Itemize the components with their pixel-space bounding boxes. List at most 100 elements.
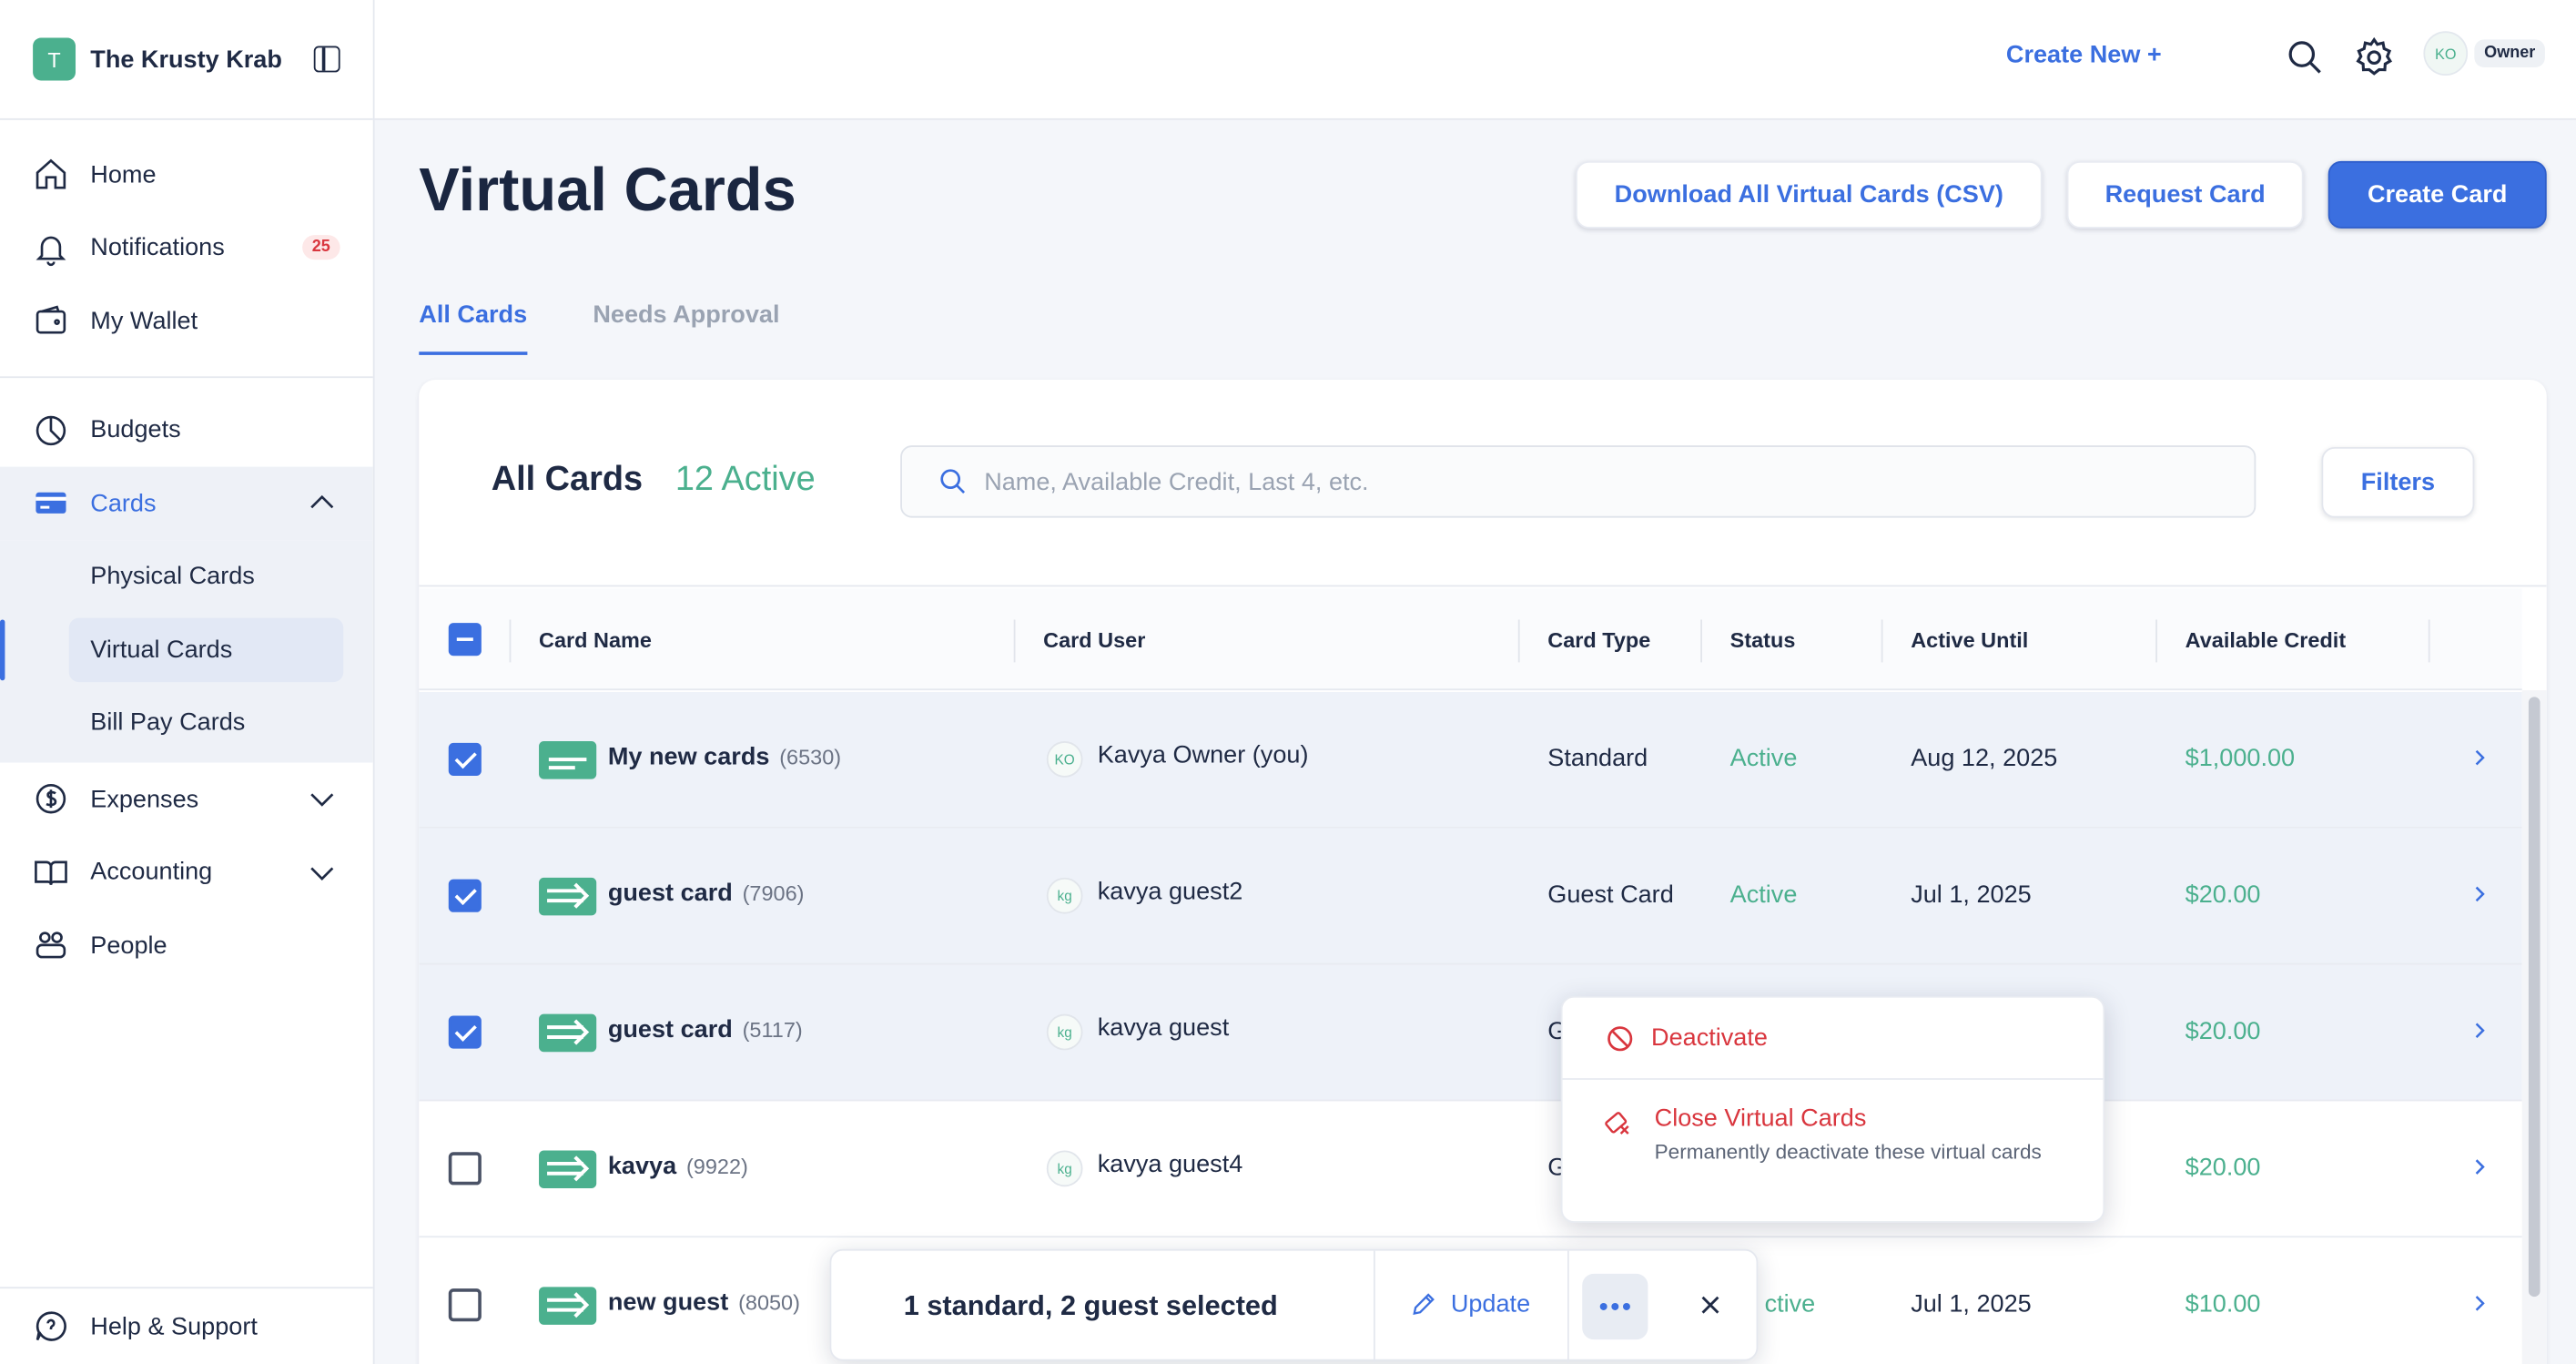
guest-card-icon xyxy=(539,1150,597,1189)
request-card-button[interactable]: Request Card xyxy=(2066,160,2304,229)
column-header-card-type[interactable]: Card Type xyxy=(1547,628,1650,653)
column-divider xyxy=(1517,619,1520,663)
available-credit: $1,000.00 xyxy=(2185,744,2296,773)
user-menu[interactable]: KO Owner xyxy=(2423,31,2546,76)
create-new-button[interactable]: Create New + xyxy=(2006,41,2162,69)
table-row[interactable]: My new cards (6530) KO Kavya Owner (you) … xyxy=(419,691,2522,829)
sidebar-item-help[interactable]: Help & Support xyxy=(0,1305,373,1348)
card-user: kavya guest xyxy=(1097,1013,1230,1043)
sidebar-item-bill-pay-cards[interactable]: Bill Pay Cards xyxy=(0,687,373,759)
menu-item-deactivate[interactable]: Deactivate xyxy=(1562,998,2104,1080)
search-input[interactable] xyxy=(984,467,2135,496)
guest-card-icon xyxy=(539,877,597,916)
sidebar-item-label: Physical Cards xyxy=(90,562,255,591)
card-user: kavya guest2 xyxy=(1097,877,1243,906)
org-avatar: T xyxy=(33,37,76,81)
sidebar-item-label: My Wallet xyxy=(90,307,198,335)
sidebar-item-notifications[interactable]: Notifications 25 xyxy=(0,211,373,284)
sidebar-item-budgets[interactable]: Budgets xyxy=(0,393,373,466)
row-checkbox[interactable] xyxy=(448,1288,482,1322)
divider xyxy=(1373,1250,1375,1363)
chevron-right-icon[interactable] xyxy=(2468,1292,2490,1315)
card-name[interactable]: guest card (5117) xyxy=(608,1015,803,1043)
search-icon[interactable] xyxy=(2286,38,2325,77)
card-search[interactable] xyxy=(900,445,2257,518)
chevron-right-icon[interactable] xyxy=(2468,882,2490,905)
chevron-right-icon[interactable] xyxy=(2468,746,2490,769)
sidebar-item-home[interactable]: Home xyxy=(0,138,373,211)
update-button[interactable]: Update xyxy=(1410,1290,1530,1318)
sidebar-item-virtual-cards[interactable]: Virtual Cards xyxy=(0,613,373,686)
table-scrollbar[interactable] xyxy=(2521,690,2547,1364)
filters-button[interactable]: Filters xyxy=(2321,446,2475,518)
page-title: Virtual Cards xyxy=(419,156,796,224)
sidebar-item-cards[interactable]: Cards xyxy=(0,466,373,540)
sidebar-item-physical-cards[interactable]: Physical Cards xyxy=(0,540,373,613)
column-header-card-user[interactable]: Card User xyxy=(1043,628,1145,653)
card-type: Standard xyxy=(1547,744,1648,773)
column-header-card-name[interactable]: Card Name xyxy=(539,628,652,653)
tab-all-cards[interactable]: All Cards xyxy=(419,300,528,355)
avatar: kg xyxy=(1046,877,1083,914)
notification-count-badge: 25 xyxy=(301,235,340,260)
credit-card-icon xyxy=(35,493,66,514)
sidebar-item-label: Expenses xyxy=(90,785,199,814)
available-credit: $10.00 xyxy=(2185,1289,2261,1318)
create-card-button[interactable]: Create Card xyxy=(2328,160,2547,229)
avatar: KO xyxy=(1046,741,1083,778)
column-divider xyxy=(2428,619,2430,663)
sidebar-item-wallet[interactable]: My Wallet xyxy=(0,284,373,357)
more-actions-button[interactable] xyxy=(1582,1273,1648,1340)
table-row[interactable]: guest card (7906) kg kavya guest2 Guest C… xyxy=(419,828,2522,965)
cards-panel: All Cards 12 Active Filters Card Name Ca… xyxy=(419,379,2547,1364)
column-header-available-credit[interactable]: Available Credit xyxy=(2186,628,2346,653)
card-name[interactable]: kavya (9922) xyxy=(608,1152,748,1180)
card-name[interactable]: guest card (7906) xyxy=(608,880,805,908)
row-checkbox[interactable] xyxy=(448,1015,482,1049)
nav-primary: Home Notifications 25 My Wallet xyxy=(0,120,373,378)
guest-card-icon xyxy=(539,1013,597,1053)
sidebar-item-expenses[interactable]: Expenses xyxy=(0,763,373,836)
status-text: ctive xyxy=(1764,1289,1816,1318)
chevron-right-icon[interactable] xyxy=(2468,1019,2490,1042)
chevron-right-icon[interactable] xyxy=(2468,1155,2490,1178)
bulk-actions-menu: Deactivate Close Virtual Cards Permanent… xyxy=(1560,995,2105,1223)
card-name[interactable]: new guest (8050) xyxy=(608,1288,800,1317)
table-row[interactable]: guest card (5117) kg kavya guest G $20.00 xyxy=(419,964,2522,1102)
help-section: Help & Support xyxy=(0,1287,373,1364)
card-name[interactable]: My new cards (6530) xyxy=(608,743,841,771)
sidebar-item-people[interactable]: People xyxy=(0,909,373,982)
org-name[interactable]: The Krusty Krab xyxy=(90,46,313,74)
table-row[interactable]: kavya (9922) kg kavya guest4 G $20.00 xyxy=(419,1101,2522,1238)
active-until: Jul 1, 2025 xyxy=(1911,880,2032,910)
top-bar: Create New + KO Owner xyxy=(374,0,2576,120)
scrollbar-thumb[interactable] xyxy=(2528,697,2541,1298)
row-checkbox[interactable] xyxy=(448,742,482,776)
menu-item-close-virtual-cards[interactable]: Close Virtual Cards Permanently deactiva… xyxy=(1563,1082,2104,1223)
column-header-status[interactable]: Status xyxy=(1730,628,1796,653)
download-csv-button[interactable]: Download All Virtual Cards (CSV) xyxy=(1575,160,2043,229)
column-divider xyxy=(1881,619,1883,663)
row-checkbox[interactable] xyxy=(448,1152,482,1186)
tab-needs-approval[interactable]: Needs Approval xyxy=(593,300,779,355)
gear-icon[interactable] xyxy=(2353,36,2396,79)
column-divider xyxy=(1013,619,1016,663)
dollar-circle-icon xyxy=(35,784,66,814)
search-icon xyxy=(940,469,966,494)
column-divider xyxy=(2155,619,2157,663)
collapse-sidebar-icon[interactable] xyxy=(313,46,340,73)
sidebar-item-accounting[interactable]: Accounting xyxy=(0,836,373,909)
row-checkbox[interactable] xyxy=(448,879,482,912)
sidebar-item-label: Home xyxy=(90,160,157,189)
sidebar-item-label: Help & Support xyxy=(90,1312,258,1340)
chevron-up-icon xyxy=(310,495,334,509)
active-count: 12 Active xyxy=(674,460,816,498)
people-icon xyxy=(35,931,66,959)
available-credit: $20.00 xyxy=(2185,1017,2261,1045)
close-icon[interactable] xyxy=(1698,1292,1724,1318)
select-all-checkbox[interactable] xyxy=(448,623,482,657)
column-header-active-until[interactable]: Active Until xyxy=(1911,628,2028,653)
divider xyxy=(1567,1250,1569,1363)
guest-card-icon xyxy=(539,1287,597,1325)
bulk-selection-bar: 1 standard, 2 guest selected Update xyxy=(829,1248,1759,1363)
